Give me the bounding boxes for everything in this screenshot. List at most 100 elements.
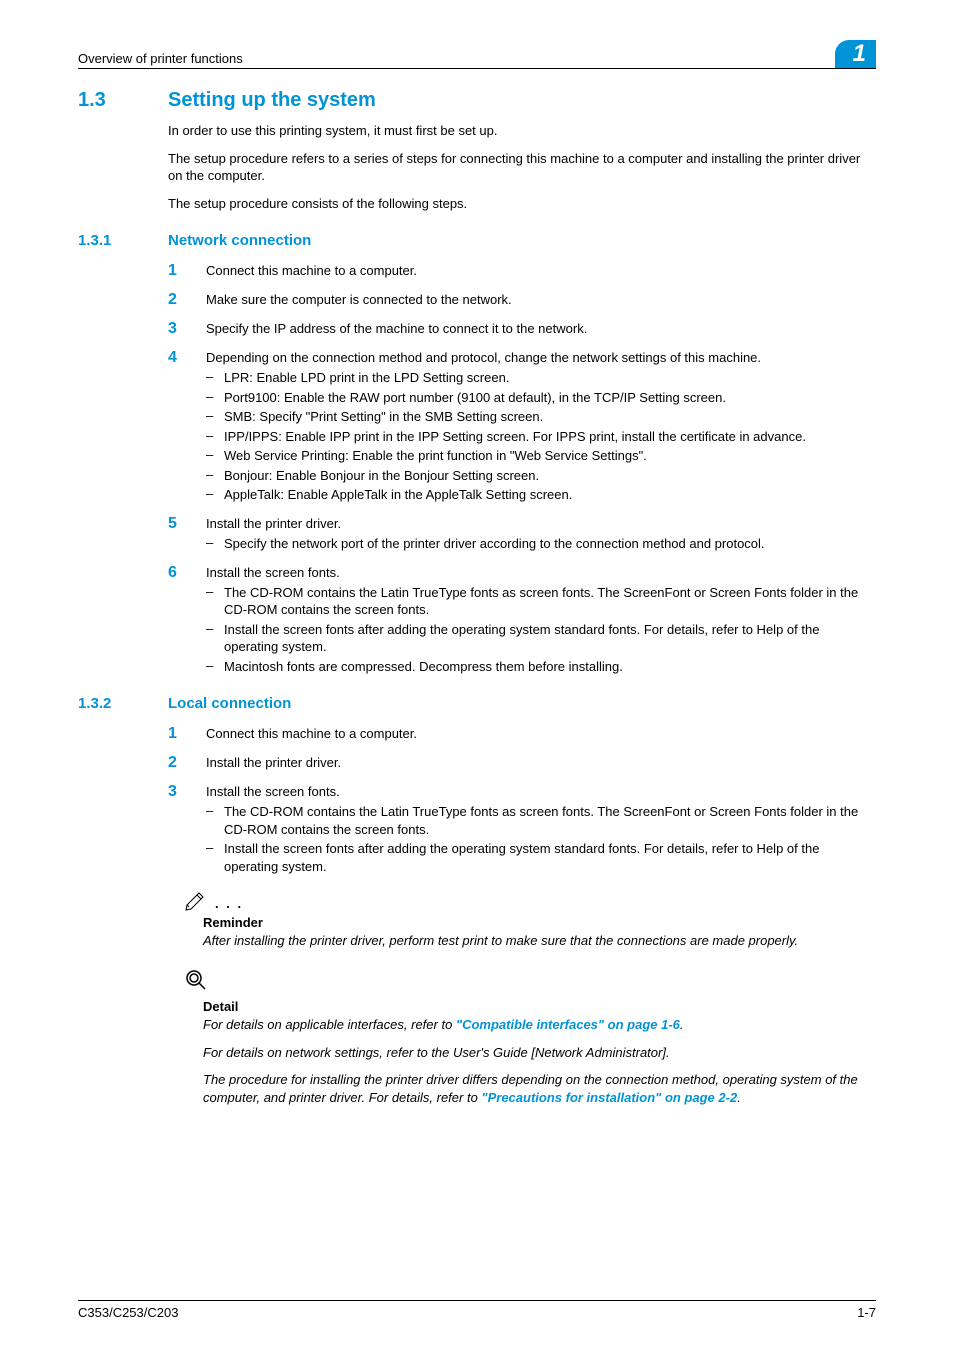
step-number: 3 [168,320,206,338]
footer-model: C353/C253/C203 [78,1305,178,1320]
substep-text: AppleTalk: Enable AppleTalk in the Apple… [224,486,876,504]
substep-text: The CD-ROM contains the Latin TrueType f… [224,803,876,838]
intro-p1: In order to use this printing system, it… [168,122,876,140]
substep: –Install the screen fonts after adding t… [206,840,876,875]
substep: –Port9100: Enable the RAW port number (9… [206,389,876,407]
page-footer: C353/C253/C203 1-7 [78,1300,876,1320]
substep: –Web Service Printing: Enable the print … [206,447,876,465]
header-section-title: Overview of printer functions [78,51,243,66]
page-header: Overview of printer functions 1 [78,40,876,69]
bullet-dash: – [206,621,224,656]
reminder-note: . . . Reminder After installing the prin… [183,887,876,950]
step: 4 Depending on the connection method and… [168,348,876,367]
step-text: Install the screen fonts. [206,563,876,582]
bullet-dash: – [206,658,224,676]
substep-text: LPR: Enable LPD print in the LPD Setting… [224,369,876,387]
detail-p1-post: . [680,1017,684,1032]
substep: –LPR: Enable LPD print in the LPD Settin… [206,369,876,387]
detail-label: Detail [203,999,876,1014]
step-number: 5 [168,515,206,533]
detail-p3: The procedure for installing the printer… [203,1071,876,1106]
substep: –SMB: Specify "Print Setting" in the SMB… [206,408,876,426]
link-compatible-interfaces[interactable]: "Compatible interfaces" on page 1-6 [456,1017,680,1032]
bullet-dash: – [206,535,224,553]
substep: –Specify the network port of the printer… [206,535,876,553]
substep-text: Install the screen fonts after adding th… [224,840,876,875]
heading-1-3-2: 1.3.2 Local connection [78,695,876,712]
reminder-label: Reminder [203,915,876,930]
step-number: 1 [168,725,206,743]
step-number: 6 [168,564,206,582]
step-number: 2 [168,291,206,309]
substep-text: IPP/IPPS: Enable IPP print in the IPP Se… [224,428,876,446]
bullet-dash: – [206,428,224,446]
note-dots: . . . [215,896,243,911]
step: 3 Install the screen fonts. [168,782,876,801]
page: Overview of printer functions 1 1.3 Sett… [0,0,954,1350]
bullet-dash: – [206,447,224,465]
note-magnifier-icon [183,968,213,992]
detail-p1-pre: For details on applicable interfaces, re… [203,1017,456,1032]
heading-1-3-1: 1.3.1 Network connection [78,232,876,249]
link-precautions-installation[interactable]: "Precautions for installation" on page 2… [481,1090,737,1105]
detail-p2: For details on network settings, refer t… [203,1044,876,1062]
sec132-body: 1 Connect this machine to a computer. 2 … [168,724,876,1106]
substep: –The CD-ROM contains the Latin TrueType … [206,584,876,619]
bullet-dash: – [206,803,224,838]
heading-number: 1.3.2 [78,695,168,712]
footer-page-number: 1-7 [857,1305,876,1320]
step-number: 2 [168,754,206,772]
substep: –Bonjour: Enable Bonjour in the Bonjour … [206,467,876,485]
step-text: Install the screen fonts. [206,782,876,801]
substep-text: SMB: Specify "Print Setting" in the SMB … [224,408,876,426]
substep-text: The CD-ROM contains the Latin TrueType f… [224,584,876,619]
detail-note: Detail For details on applicable interfa… [183,968,876,1106]
step-text: Install the printer driver. [206,514,876,533]
step-text: Connect this machine to a computer. [206,261,876,280]
substep: –The CD-ROM contains the Latin TrueType … [206,803,876,838]
step-text: Make sure the computer is connected to t… [206,290,876,309]
heading-number: 1.3 [78,89,168,112]
step-text: Specify the IP address of the machine to… [206,319,876,338]
chapter-number-tab: 1 [835,40,876,68]
bullet-dash: – [206,369,224,387]
substep-text: Specify the network port of the printer … [224,535,876,553]
detail-p3-post: . [737,1090,741,1105]
bullet-dash: – [206,389,224,407]
reminder-body: After installing the printer driver, per… [203,932,876,950]
step-number: 4 [168,349,206,367]
substep-text: Bonjour: Enable Bonjour in the Bonjour S… [224,467,876,485]
note-pencil-icon [183,887,213,911]
step: 1 Connect this machine to a computer. [168,724,876,743]
bullet-dash: – [206,584,224,619]
substep-text: Port9100: Enable the RAW port number (91… [224,389,876,407]
bullet-dash: – [206,486,224,504]
bullet-dash: – [206,467,224,485]
step-text: Depending on the connection method and p… [206,348,876,367]
substep: –Macintosh fonts are compressed. Decompr… [206,658,876,676]
step-text: Install the printer driver. [206,753,876,772]
substep: –AppleTalk: Enable AppleTalk in the Appl… [206,486,876,504]
step: 2 Make sure the computer is connected to… [168,290,876,309]
heading-title: Network connection [168,232,311,249]
intro-p3: The setup procedure consists of the foll… [168,195,876,213]
substep: –IPP/IPPS: Enable IPP print in the IPP S… [206,428,876,446]
intro-block: In order to use this printing system, it… [168,122,876,212]
heading-number: 1.3.1 [78,232,168,249]
substep: –Install the screen fonts after adding t… [206,621,876,656]
bullet-dash: – [206,408,224,426]
heading-1-3: 1.3 Setting up the system [78,89,876,112]
heading-title: Local connection [168,695,291,712]
step-number: 3 [168,783,206,801]
sec131-body: 1 Connect this machine to a computer. 2 … [168,261,876,675]
heading-title: Setting up the system [168,89,376,112]
substep-text: Install the screen fonts after adding th… [224,621,876,656]
step: 2 Install the printer driver. [168,753,876,772]
bullet-dash: – [206,840,224,875]
step-text: Connect this machine to a computer. [206,724,876,743]
detail-p1: For details on applicable interfaces, re… [203,1016,876,1034]
step: 6 Install the screen fonts. [168,563,876,582]
step: 3 Specify the IP address of the machine … [168,319,876,338]
step: 5 Install the printer driver. [168,514,876,533]
intro-p2: The setup procedure refers to a series o… [168,150,876,185]
